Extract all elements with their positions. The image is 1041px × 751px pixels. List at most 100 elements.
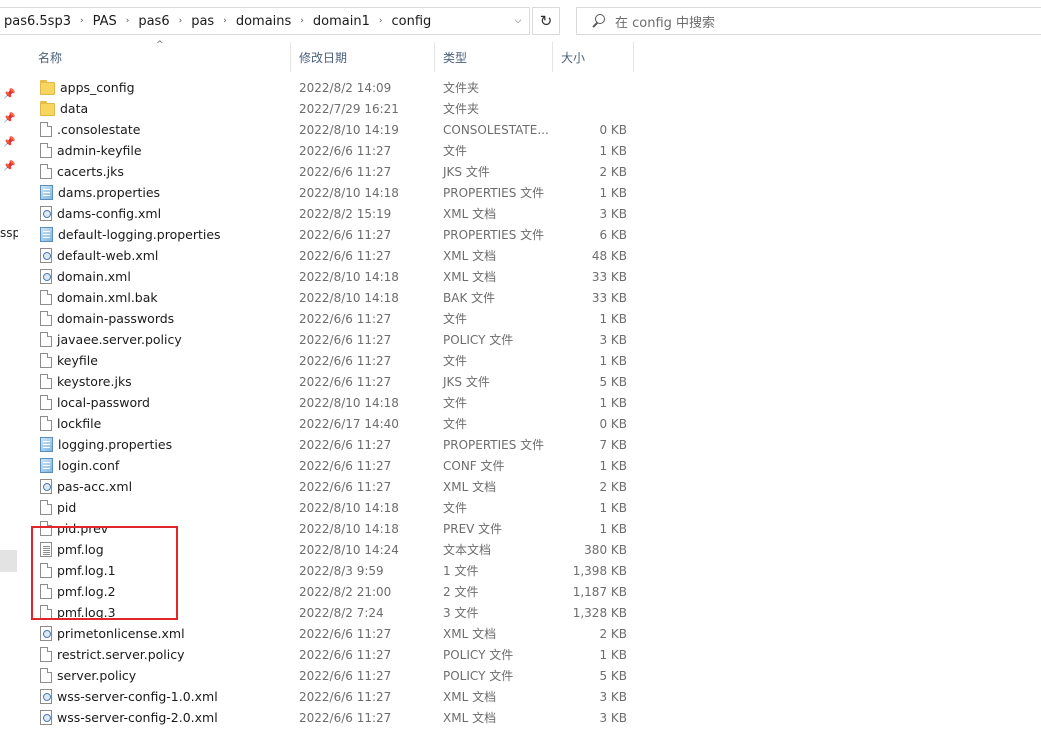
column-header-name[interactable]: 名称 ^ xyxy=(30,40,291,72)
file-name-cell[interactable]: pas-acc.xml xyxy=(30,479,291,494)
file-name-cell[interactable]: domain-passwords xyxy=(30,311,291,326)
file-name-cell[interactable]: pid xyxy=(30,500,291,515)
search-input[interactable]: 在 config 中搜索 xyxy=(576,7,1041,35)
breadcrumb-item[interactable]: pas6 xyxy=(134,14,173,29)
file-row[interactable]: admin-keyfile 2022/6/6 11:27 文件 1 KB xyxy=(30,140,650,161)
address-bar[interactable]: pas6.5sp3 › PAS › pas6 › pas › domains ›… xyxy=(0,7,530,35)
file-name-cell[interactable]: keystore.jks xyxy=(30,374,291,389)
file-row[interactable]: dams.properties 2022/8/10 14:18 PROPERTIES… xyxy=(30,182,650,203)
file-row[interactable]: domain-passwords 2022/6/6 11:27 文件 1 KB xyxy=(30,308,650,329)
file-row[interactable]: restrict.server.policy 2022/6/6 11:27 POLI… xyxy=(30,644,650,665)
chevron-right-icon[interactable]: › xyxy=(218,16,232,26)
file-row[interactable]: dams-config.xml 2022/8/2 15:19 XML 文档 3 KB xyxy=(30,203,650,224)
file-row[interactable]: local-password 2022/8/10 14:18 文件 1 KB xyxy=(30,392,650,413)
breadcrumb-item[interactable]: domains xyxy=(232,14,295,29)
file-name-cell[interactable]: restrict.server.policy xyxy=(30,647,291,662)
file-name-cell[interactable]: data xyxy=(30,101,291,116)
file-name-cell[interactable]: wss-server-config-1.0.xml xyxy=(30,689,291,704)
chevron-right-icon[interactable]: › xyxy=(121,16,135,26)
file-row[interactable]: pas-acc.xml 2022/6/6 11:27 XML 文档 2 KB xyxy=(30,476,650,497)
file-icon xyxy=(40,395,52,410)
file-row[interactable]: pmf.log 2022/8/10 14:24 文本文档 380 KB xyxy=(30,539,650,560)
file-name-cell[interactable]: pmf.log.1 xyxy=(30,563,291,578)
file-name-cell[interactable]: server.policy xyxy=(30,668,291,683)
file-row[interactable]: login.conf 2022/6/6 11:27 CONF 文件 1 KB xyxy=(30,455,650,476)
breadcrumb-item[interactable]: PAS xyxy=(89,14,121,29)
file-type: XML 文档 xyxy=(443,207,497,221)
file-size: 1 KB xyxy=(599,458,627,473)
file-name-cell[interactable]: dams-config.xml xyxy=(30,206,291,221)
refresh-button[interactable]: ↻ xyxy=(532,7,560,35)
file-row[interactable]: default-web.xml 2022/6/6 11:27 XML 文档 48 KB xyxy=(30,245,650,266)
file-name-cell[interactable]: cacerts.jks xyxy=(30,164,291,179)
nav-item[interactable]: ssp xyxy=(0,226,18,240)
file-name-cell[interactable]: pmf.log.2 xyxy=(30,584,291,599)
file-row[interactable]: pmf.log.1 2022/8/3 9:59 1 文件 1,398 KB xyxy=(30,560,650,581)
file-row[interactable]: primetonlicense.xml 2022/6/6 11:27 XML 文档 2… xyxy=(30,623,650,644)
file-name-cell[interactable]: wss-server-config-2.0.xml xyxy=(30,710,291,725)
file-name-cell[interactable]: admin-keyfile xyxy=(30,143,291,158)
file-row[interactable]: default-logging.properties 2022/6/6 11:27… xyxy=(30,224,650,245)
file-row[interactable]: logging.properties 2022/6/6 11:27 PROPERTI… xyxy=(30,434,650,455)
file-row[interactable]: cacerts.jks 2022/6/6 11:27 JKS 文件 2 KB xyxy=(30,161,650,182)
file-name-cell[interactable]: keyfile xyxy=(30,353,291,368)
pin-icon[interactable]: 📌 xyxy=(3,113,15,125)
breadcrumb-item[interactable]: config xyxy=(387,14,435,29)
file-date: 2022/6/6 11:27 xyxy=(299,311,392,326)
file-name-cell[interactable]: pid.prev xyxy=(30,521,291,536)
file-name-cell[interactable]: dams.properties xyxy=(30,185,291,200)
file-row[interactable]: wss-server-config-1.0.xml 2022/6/6 11:27 X… xyxy=(30,686,650,707)
file-name-cell[interactable]: local-password xyxy=(30,395,291,410)
column-header-type[interactable]: 类型 xyxy=(435,42,553,72)
file-row[interactable]: apps_config 2022/8/2 14:09 文件夹 xyxy=(30,77,650,98)
breadcrumb-item[interactable]: domain1 xyxy=(309,14,374,29)
file-name-cell[interactable]: default-web.xml xyxy=(30,248,291,263)
file-row[interactable]: javaee.server.policy 2022/6/6 11:27 POLICY… xyxy=(30,329,650,350)
file-name-cell[interactable]: lockfile xyxy=(30,416,291,431)
file-type: XML 文档 xyxy=(443,480,497,494)
file-row[interactable]: data 2022/7/29 16:21 文件夹 xyxy=(30,98,650,119)
file-name-cell[interactable]: javaee.server.policy xyxy=(30,332,291,347)
chevron-right-icon[interactable]: › xyxy=(75,16,89,26)
file-row[interactable]: server.policy 2022/6/6 11:27 POLICY 文件 5 KB xyxy=(30,665,650,686)
column-header-date[interactable]: 修改日期 xyxy=(291,42,435,72)
pin-icon[interactable]: 📌 xyxy=(3,89,15,101)
file-name-cell[interactable]: logging.properties xyxy=(30,437,291,452)
pin-icon[interactable]: 📌 xyxy=(3,137,15,149)
file-date: 2022/8/10 14:18 xyxy=(299,269,399,284)
file-name-cell[interactable]: .consolestate xyxy=(30,122,291,137)
chevron-down-icon[interactable]: ⌵ xyxy=(507,8,529,34)
file-row[interactable]: .consolestate 2022/8/10 14:19 CONSOLESTATE… xyxy=(30,119,650,140)
file-name-cell[interactable]: domain.xml xyxy=(30,269,291,284)
file-row[interactable]: pmf.log.3 2022/8/2 7:24 3 文件 1,328 KB xyxy=(30,602,650,623)
chevron-right-icon[interactable]: › xyxy=(174,16,188,26)
file-row[interactable]: domain.xml.bak 2022/8/10 14:18 BAK 文件 33 KB xyxy=(30,287,650,308)
file-name-cell[interactable]: login.conf xyxy=(30,458,291,473)
file-name: keystore.jks xyxy=(57,374,132,389)
chevron-right-icon[interactable]: › xyxy=(374,16,388,26)
pin-icon[interactable]: 📌 xyxy=(3,161,15,173)
chevron-right-icon[interactable]: › xyxy=(295,16,309,26)
file-type: JKS 文件 xyxy=(443,375,490,389)
file-name-cell[interactable]: pmf.log.3 xyxy=(30,605,291,620)
file-name-cell[interactable]: domain.xml.bak xyxy=(30,290,291,305)
file-date: 2022/6/6 11:27 xyxy=(299,668,392,683)
file-row[interactable]: wss-server-config-2.0.xml 2022/6/6 11:27 X… xyxy=(30,707,650,728)
file-size: 3 KB xyxy=(599,206,627,221)
nav-item-selected[interactable] xyxy=(0,550,17,572)
file-row[interactable]: keystore.jks 2022/6/6 11:27 JKS 文件 5 KB xyxy=(30,371,650,392)
breadcrumb-item[interactable]: pas6.5sp3 xyxy=(0,14,75,29)
file-row[interactable]: keyfile 2022/6/6 11:27 文件 1 KB xyxy=(30,350,650,371)
file-name: primetonlicense.xml xyxy=(57,626,185,641)
file-row[interactable]: lockfile 2022/6/17 14:40 文件 0 KB xyxy=(30,413,650,434)
file-row[interactable]: pid 2022/8/10 14:18 文件 1 KB xyxy=(30,497,650,518)
file-name-cell[interactable]: apps_config xyxy=(30,80,291,95)
breadcrumb-item[interactable]: pas xyxy=(187,14,218,29)
file-row[interactable]: pid.prev 2022/8/10 14:18 PREV 文件 1 KB xyxy=(30,518,650,539)
file-name-cell[interactable]: default-logging.properties xyxy=(30,227,291,242)
file-name-cell[interactable]: primetonlicense.xml xyxy=(30,626,291,641)
file-name-cell[interactable]: pmf.log xyxy=(30,542,291,557)
file-row[interactable]: domain.xml 2022/8/10 14:18 XML 文档 33 KB xyxy=(30,266,650,287)
column-header-size[interactable]: 大小 xyxy=(553,42,634,72)
file-row[interactable]: pmf.log.2 2022/8/2 21:00 2 文件 1,187 KB xyxy=(30,581,650,602)
